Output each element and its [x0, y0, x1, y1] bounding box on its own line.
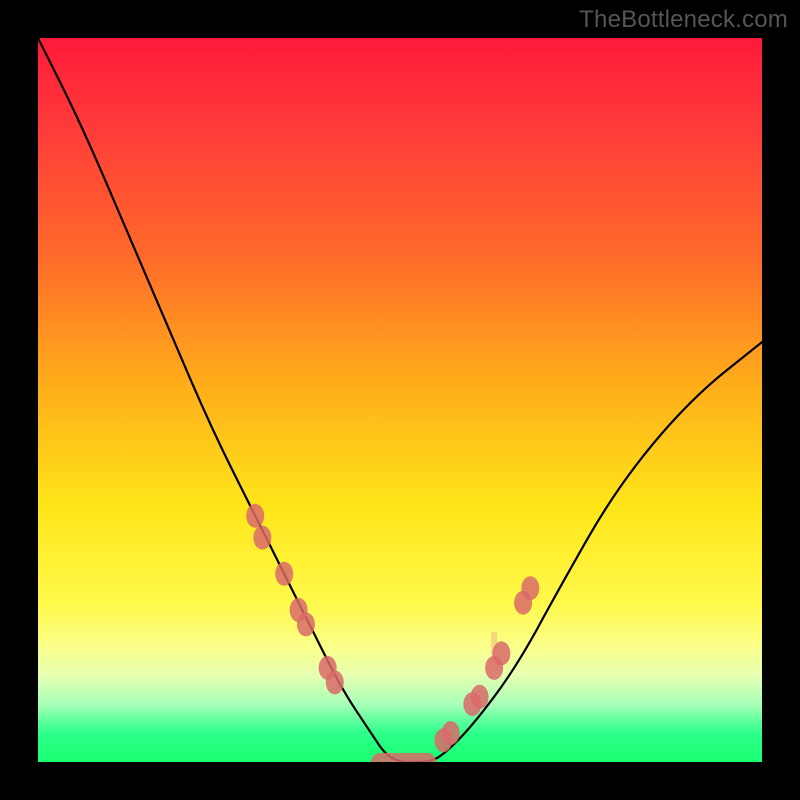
data-point — [275, 562, 293, 586]
data-point — [521, 576, 539, 600]
data-point — [253, 526, 271, 550]
plateau-pill — [371, 753, 436, 762]
highlighted-points-left — [246, 504, 344, 695]
data-point — [471, 685, 489, 709]
chart-container: TheBottleneck.com — [0, 0, 800, 800]
highlighted-points-right — [434, 576, 539, 752]
curve-svg — [38, 38, 762, 762]
watermark-text: TheBottleneck.com — [579, 6, 788, 34]
faint-indicator-bar — [491, 632, 497, 658]
data-point — [442, 721, 460, 745]
plot-area — [38, 38, 762, 762]
data-point — [297, 612, 315, 636]
data-point — [326, 670, 344, 694]
data-point — [246, 504, 264, 528]
bottleneck-curve — [38, 38, 762, 762]
plateau-segment — [371, 753, 436, 762]
